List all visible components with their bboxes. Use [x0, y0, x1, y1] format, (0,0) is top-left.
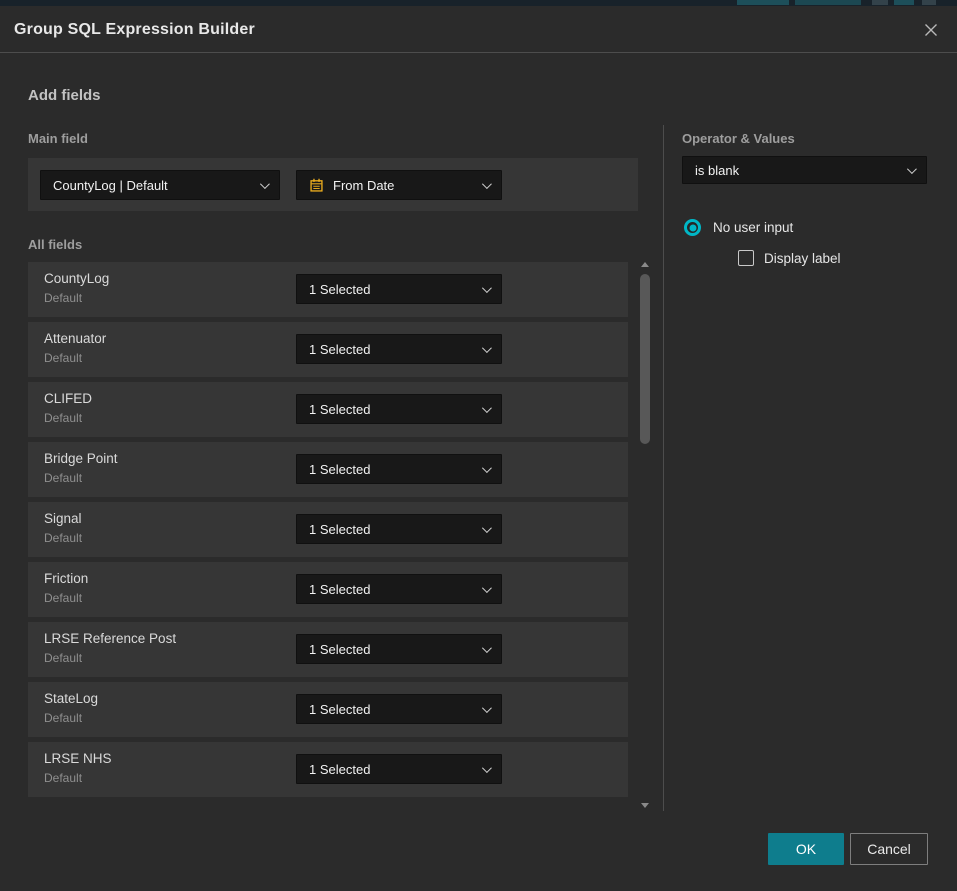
- chevron-down-icon: [482, 643, 492, 653]
- field-row: Friction Default 1 Selected: [28, 562, 628, 617]
- field-selection-dropdown[interactable]: 1 Selected: [296, 394, 502, 424]
- chevron-down-icon: [482, 523, 492, 533]
- field-sublabel: Default: [44, 531, 82, 545]
- field-row: LRSE Reference Post Default 1 Selected: [28, 622, 628, 677]
- list-scrollbar[interactable]: [640, 258, 650, 808]
- main-field-panel: CountyLog | Default From Date: [28, 158, 638, 211]
- chevron-down-icon: [260, 179, 270, 189]
- scroll-down-icon[interactable]: [641, 803, 649, 808]
- field-selection-dropdown[interactable]: 1 Selected: [296, 274, 502, 304]
- field-sublabel: Default: [44, 651, 82, 665]
- field-name: Signal: [44, 511, 82, 526]
- calendar-icon: [309, 178, 324, 193]
- background-fragment: [872, 0, 888, 5]
- background-fragment: [922, 0, 936, 5]
- close-button[interactable]: [917, 16, 945, 44]
- field-row: StateLog Default 1 Selected: [28, 682, 628, 737]
- checkbox-label: Display label: [764, 251, 841, 266]
- chevron-down-icon: [482, 763, 492, 773]
- field-row: Signal Default 1 Selected: [28, 502, 628, 557]
- field-sublabel: Default: [44, 711, 82, 725]
- field-name: Friction: [44, 571, 88, 586]
- field-row: CountyLog Default 1 Selected: [28, 262, 628, 317]
- dropdown-value: 1 Selected: [309, 282, 482, 297]
- operator-dropdown[interactable]: is blank: [682, 156, 927, 184]
- dropdown-value: CountyLog | Default: [53, 178, 260, 193]
- field-sublabel: Default: [44, 471, 82, 485]
- field-sublabel: Default: [44, 591, 82, 605]
- chevron-down-icon: [907, 164, 917, 174]
- close-icon: [923, 22, 939, 38]
- field-name: CLIFED: [44, 391, 92, 406]
- dropdown-value: is blank: [695, 163, 907, 178]
- main-field-source-dropdown[interactable]: CountyLog | Default: [40, 170, 280, 200]
- field-selection-dropdown[interactable]: 1 Selected: [296, 514, 502, 544]
- field-selection-dropdown[interactable]: 1 Selected: [296, 634, 502, 664]
- field-row: LRSE NHS Default 1 Selected: [28, 742, 628, 797]
- dropdown-value: From Date: [333, 178, 482, 193]
- dropdown-value: 1 Selected: [309, 522, 482, 537]
- background-fragment: [737, 0, 789, 5]
- field-selection-dropdown[interactable]: 1 Selected: [296, 754, 502, 784]
- dropdown-value: 1 Selected: [309, 402, 482, 417]
- field-name: Attenuator: [44, 331, 106, 346]
- field-sublabel: Default: [44, 771, 82, 785]
- sql-expression-builder-dialog: Group SQL Expression Builder Add fields …: [0, 6, 957, 891]
- field-selection-dropdown[interactable]: 1 Selected: [296, 454, 502, 484]
- all-fields-label: All fields: [28, 237, 82, 252]
- chevron-down-icon: [482, 463, 492, 473]
- field-sublabel: Default: [44, 351, 82, 365]
- panel-divider: [663, 125, 664, 811]
- field-sublabel: Default: [44, 411, 82, 425]
- main-field-label: Main field: [28, 131, 88, 146]
- background-fragment: [894, 0, 914, 5]
- field-sublabel: Default: [44, 291, 82, 305]
- chevron-down-icon: [482, 179, 492, 189]
- checkbox-unchecked-icon: [738, 250, 754, 266]
- dropdown-value: 1 Selected: [309, 642, 482, 657]
- main-field-field-dropdown[interactable]: From Date: [296, 170, 502, 200]
- all-fields-list: CountyLog Default 1 Selected Attenuator …: [28, 262, 628, 802]
- dropdown-value: 1 Selected: [309, 702, 482, 717]
- field-name: StateLog: [44, 691, 98, 706]
- field-name: Bridge Point: [44, 451, 118, 466]
- radio-label: No user input: [713, 220, 793, 235]
- field-name: LRSE NHS: [44, 751, 112, 766]
- field-selection-dropdown[interactable]: 1 Selected: [296, 574, 502, 604]
- field-row: CLIFED Default 1 Selected: [28, 382, 628, 437]
- background-fragment: [795, 0, 861, 5]
- scrollbar-thumb[interactable]: [640, 274, 650, 444]
- field-row: Attenuator Default 1 Selected: [28, 322, 628, 377]
- chevron-down-icon: [482, 343, 492, 353]
- cancel-button[interactable]: Cancel: [850, 833, 928, 865]
- screen: Group SQL Expression Builder Add fields …: [0, 0, 957, 891]
- field-selection-dropdown[interactable]: 1 Selected: [296, 334, 502, 364]
- dialog-title: Group SQL Expression Builder: [14, 6, 255, 53]
- scroll-up-icon[interactable]: [641, 262, 649, 267]
- radio-selected-icon: [684, 219, 701, 236]
- chevron-down-icon: [482, 583, 492, 593]
- dropdown-value: 1 Selected: [309, 762, 482, 777]
- field-name: LRSE Reference Post: [44, 631, 176, 646]
- dropdown-value: 1 Selected: [309, 462, 482, 477]
- dropdown-value: 1 Selected: [309, 342, 482, 357]
- field-row: Bridge Point Default 1 Selected: [28, 442, 628, 497]
- ok-button[interactable]: OK: [768, 833, 844, 865]
- display-label-checkbox[interactable]: Display label: [738, 250, 841, 266]
- chevron-down-icon: [482, 403, 492, 413]
- chevron-down-icon: [482, 703, 492, 713]
- field-name: CountyLog: [44, 271, 109, 286]
- no-user-input-radio[interactable]: No user input: [684, 219, 793, 236]
- field-selection-dropdown[interactable]: 1 Selected: [296, 694, 502, 724]
- chevron-down-icon: [482, 283, 492, 293]
- operator-values-label: Operator & Values: [682, 131, 795, 146]
- dropdown-value: 1 Selected: [309, 582, 482, 597]
- add-fields-heading: Add fields: [28, 87, 101, 104]
- dialog-header: Group SQL Expression Builder: [0, 6, 957, 53]
